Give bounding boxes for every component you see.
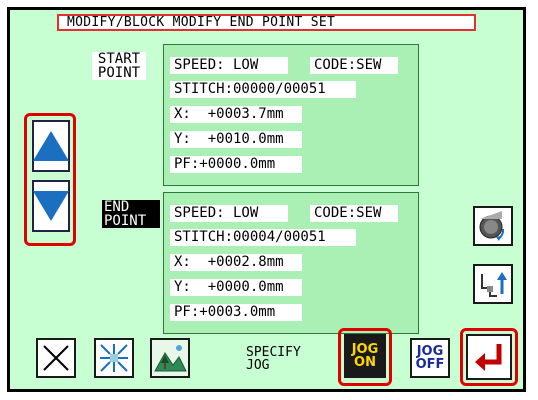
enter-button[interactable] bbox=[466, 334, 512, 380]
end-point-label: END POINT bbox=[102, 200, 160, 228]
jog-off-button[interactable]: JOG OFF bbox=[410, 338, 450, 378]
end-stitch: STITCH:00004/00051 bbox=[170, 229, 356, 246]
rotate-button[interactable] bbox=[473, 206, 513, 246]
landscape-button[interactable] bbox=[150, 338, 190, 378]
close-button[interactable] bbox=[36, 338, 76, 378]
jog-off-label: JOG OFF bbox=[415, 344, 445, 372]
end-speed: SPEED: LOW bbox=[170, 205, 288, 222]
start-code: CODE:SEW bbox=[310, 57, 398, 74]
down-button[interactable] bbox=[32, 180, 70, 232]
up-button[interactable] bbox=[32, 120, 70, 172]
expand-icon bbox=[100, 344, 128, 372]
start-pf: PF:+0000.0mm bbox=[170, 156, 302, 173]
jog-on-button[interactable]: JOG ON bbox=[344, 334, 386, 378]
enter-icon bbox=[475, 344, 502, 371]
start-speed: SPEED: LOW bbox=[170, 57, 288, 74]
arrow-up-icon bbox=[33, 131, 69, 161]
end-point-panel: SPEED: LOW CODE:SEW STITCH:00004/00051 X… bbox=[163, 192, 419, 334]
expand-button[interactable] bbox=[94, 338, 134, 378]
start-stitch: STITCH:00000/00051 bbox=[170, 81, 356, 98]
arrow-down-icon bbox=[33, 191, 69, 221]
gear-rotate-icon bbox=[479, 211, 505, 241]
start-point-label: START POINT bbox=[92, 52, 146, 80]
page-title: MODIFY/BLOCK MODIFY END POINT SET bbox=[57, 14, 476, 31]
end-pf: PF:+0003.0mm bbox=[170, 304, 302, 321]
start-point-panel: SPEED: LOW CODE:SEW STITCH:00000/00051 X… bbox=[163, 44, 419, 186]
needle-up-button[interactable] bbox=[473, 264, 513, 304]
end-x: X: +0002.8mm bbox=[170, 254, 302, 271]
end-code: CODE:SEW bbox=[310, 205, 398, 222]
screen: MODIFY/BLOCK MODIFY END POINT SET START … bbox=[7, 7, 526, 392]
jog-on-label: JOG ON bbox=[351, 342, 379, 370]
start-x: X: +0003.7mm bbox=[170, 106, 302, 123]
needle-up-icon bbox=[481, 272, 507, 297]
start-y: Y: +0010.0mm bbox=[170, 131, 302, 148]
close-icon bbox=[43, 345, 69, 371]
specify-jog-label: SPECIFY JOG bbox=[246, 345, 301, 373]
end-y: Y: +0000.0mm bbox=[170, 279, 302, 296]
landscape-icon bbox=[154, 345, 187, 372]
